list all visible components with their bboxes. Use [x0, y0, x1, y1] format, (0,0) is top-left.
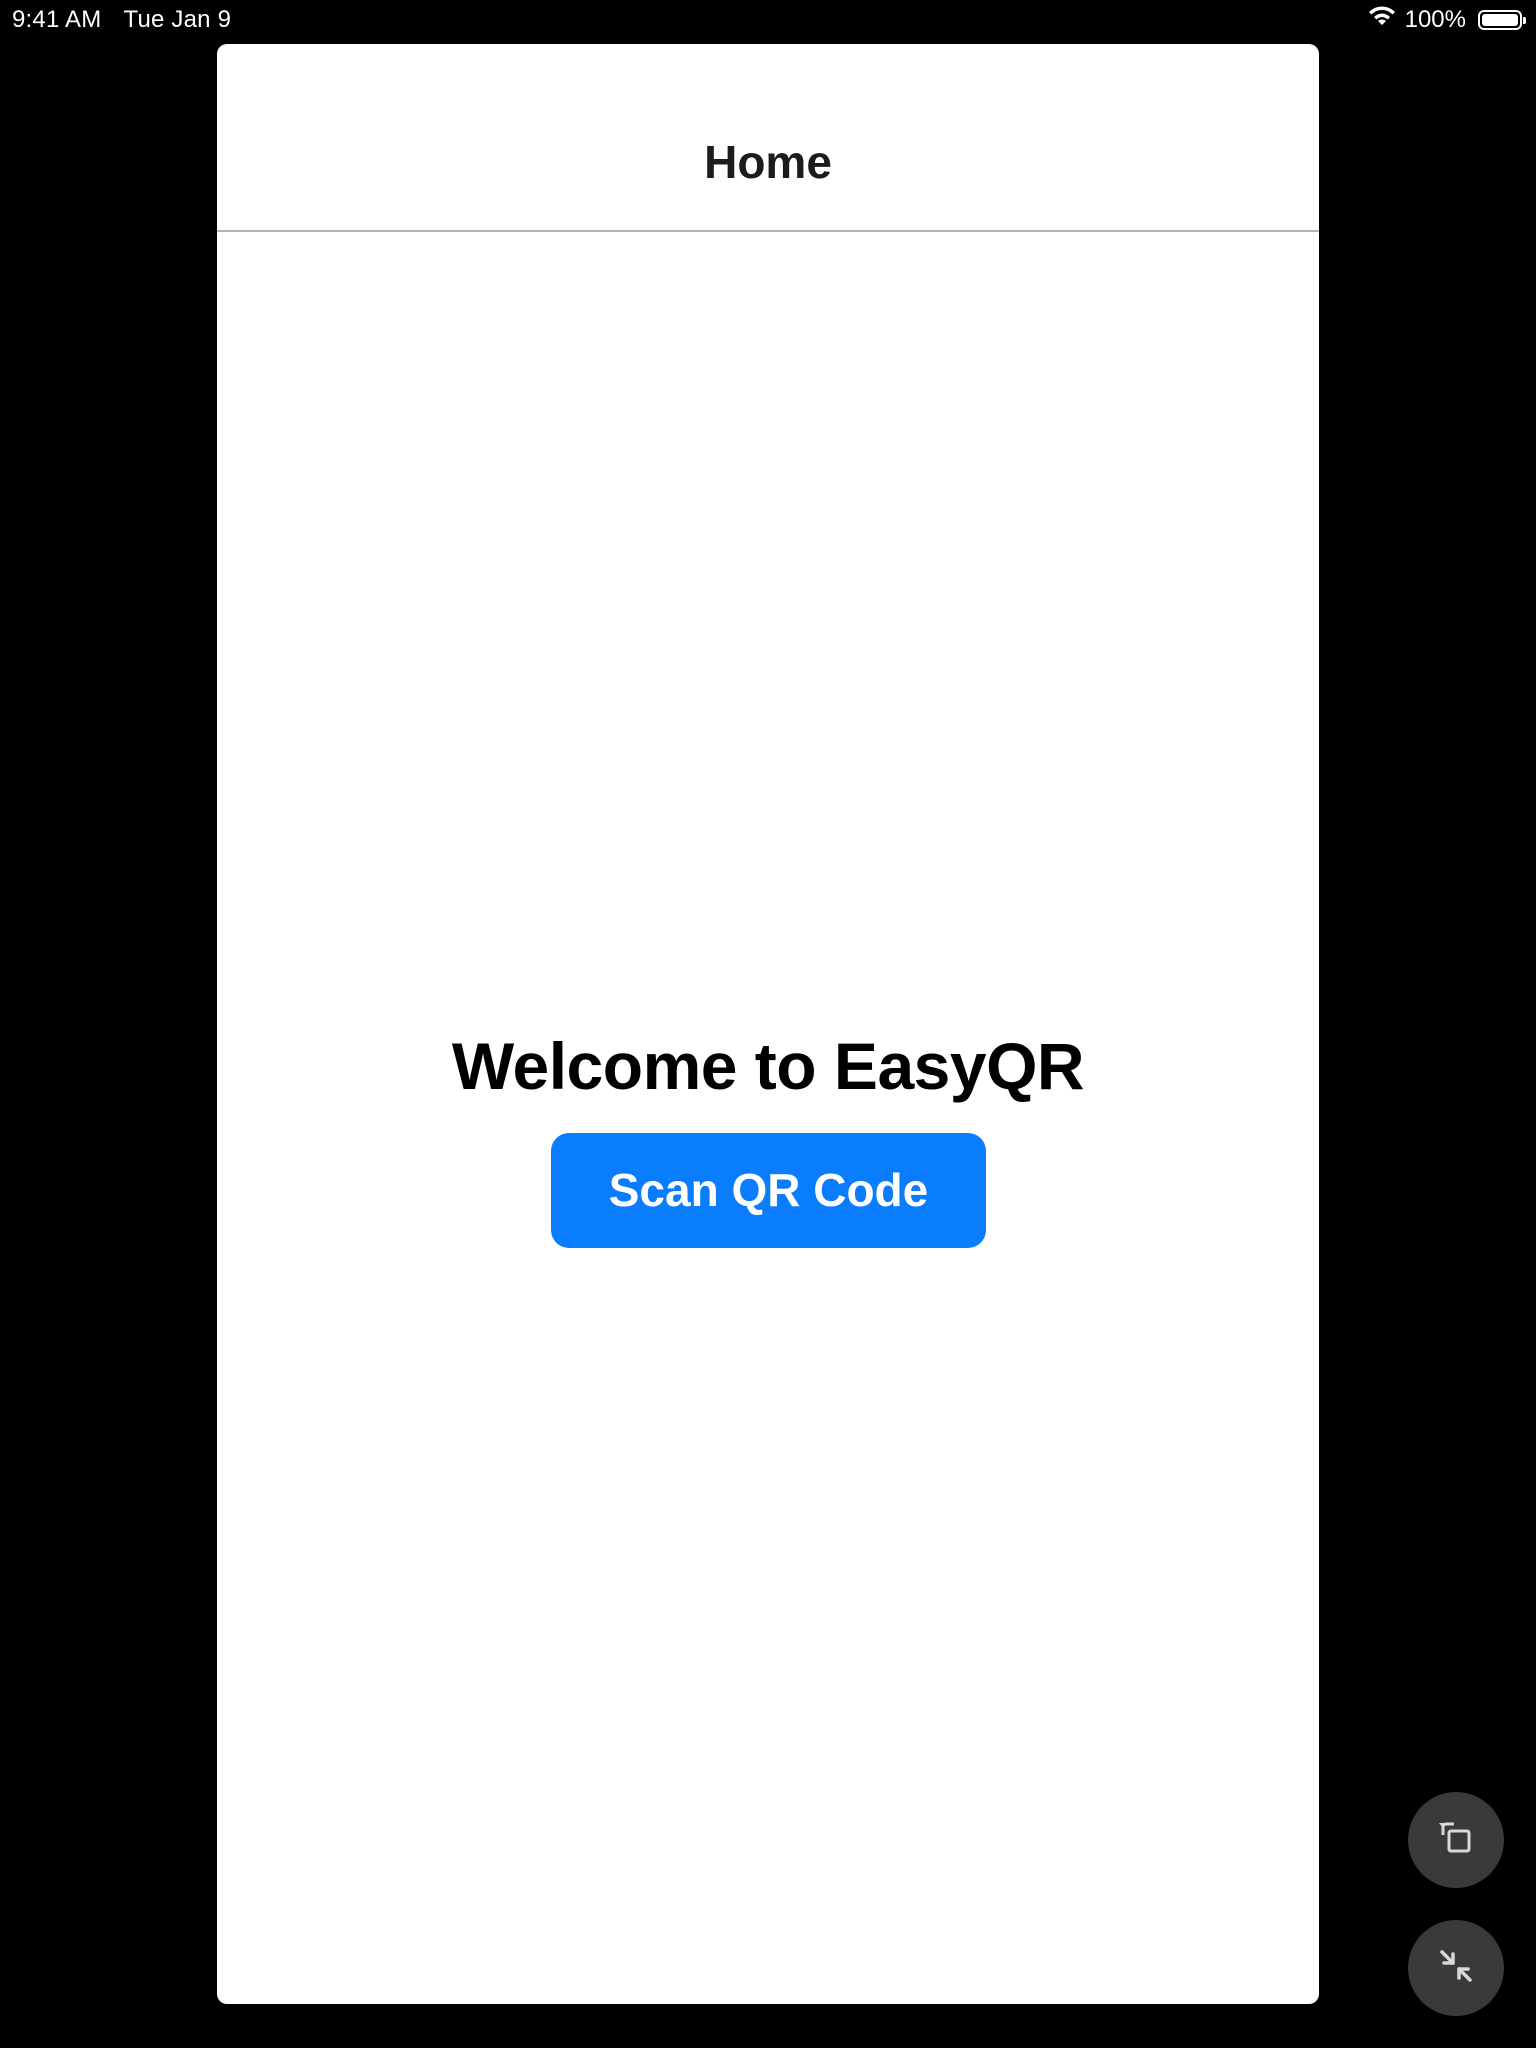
rotate-screen-icon [1432, 1814, 1480, 1867]
navigation-bar: Home [217, 44, 1319, 232]
battery-icon [1478, 9, 1526, 30]
page-title: Home [704, 136, 832, 188]
wifi-icon [1367, 5, 1397, 34]
status-left: 9:41 AM Tue Jan 9 [12, 6, 231, 34]
status-bar: 9:41 AM Tue Jan 9 100% [0, 0, 1536, 40]
scan-qr-code-button[interactable]: Scan QR Code [551, 1133, 986, 1248]
collapse-window-button[interactable] [1408, 1920, 1504, 2016]
welcome-heading: Welcome to EasyQR [451, 1029, 1085, 1103]
status-time: 9:41 AM [12, 6, 102, 33]
rotate-screen-button[interactable] [1408, 1792, 1504, 1888]
status-right: 100% [1367, 5, 1526, 34]
app-window: Home Welcome to EasyQR Scan QR Code [217, 44, 1319, 2004]
collapse-arrows-icon [1432, 1942, 1480, 1995]
battery-percent: 100% [1404, 5, 1466, 33]
status-date: Tue Jan 9 [123, 6, 232, 33]
